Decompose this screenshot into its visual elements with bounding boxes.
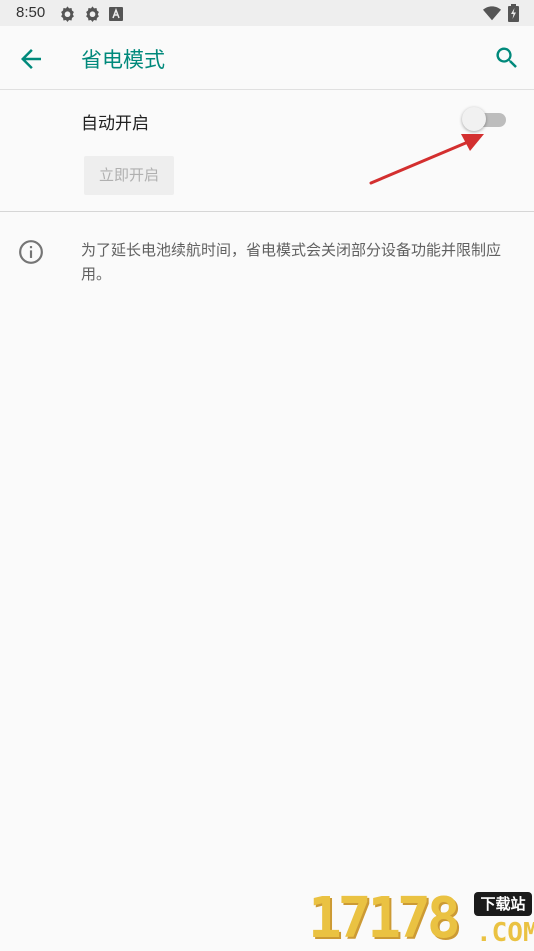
android-icon: [86, 6, 99, 22]
auto-on-label: 自动开启: [81, 114, 149, 134]
switch-thumb: [462, 107, 486, 131]
info-text: 为了延长电池续航时间，省电模式会关闭部分设备功能并限制应用。: [81, 241, 502, 283]
annotation-arrow: [369, 134, 484, 185]
page-title: 省电模式: [81, 48, 165, 72]
watermark-digits: 17178: [308, 886, 461, 951]
watermark-suffix: .COM: [476, 918, 534, 948]
turn-on-now-button[interactable]: 立即开启: [84, 156, 174, 195]
wifi-icon: [483, 6, 501, 21]
settings-icon: [61, 6, 74, 22]
status-time: 8:50: [16, 4, 46, 21]
divider: [0, 211, 534, 212]
a-notification-icon: [109, 7, 123, 21]
back-arrow-icon[interactable]: [16, 44, 46, 74]
search-icon[interactable]: [493, 44, 521, 72]
status-bar: 8:50: [0, 0, 534, 26]
watermark-logo: 17178 下载站 .COM: [308, 888, 534, 950]
app-bar: 省电模式: [0, 26, 534, 90]
auto-on-switch[interactable]: [462, 107, 508, 133]
info-icon: [19, 240, 43, 264]
watermark-badge: 下载站: [474, 892, 532, 916]
battery-charging-icon: [508, 4, 519, 22]
